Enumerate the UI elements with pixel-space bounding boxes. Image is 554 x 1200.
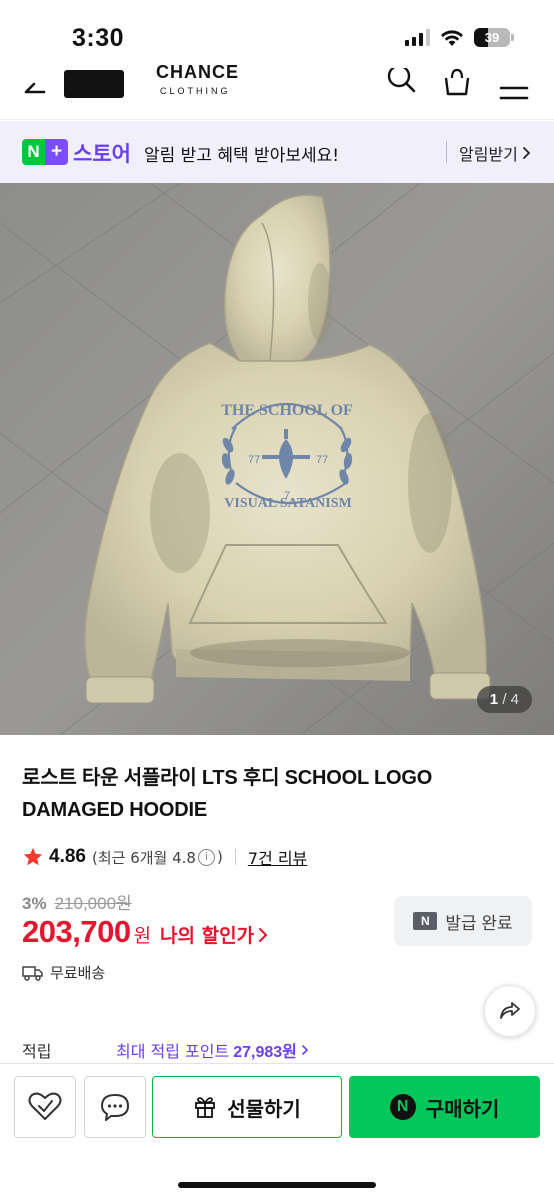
recent-rating: (최근 6개월 4.8: [91, 848, 196, 867]
search-icon[interactable]: [386, 68, 416, 98]
banner-divider: [446, 141, 447, 163]
shipping-info: 무료배송: [22, 962, 105, 983]
price-unit: 원: [133, 925, 152, 947]
share-icon: [500, 1002, 520, 1019]
points-label: 적립: [22, 1042, 52, 1061]
back-arrow-icon[interactable]: [18, 70, 48, 100]
cellular-signal-icon: [405, 29, 430, 46]
naver-plus-store-logo: N +: [22, 139, 68, 165]
subscribe-label: 알림받기: [459, 145, 518, 164]
product-title: 로스트 타운 서플라이 LTS 후디 SCHOOL LOGO DAMAGED H…: [22, 767, 433, 821]
buy-label: 구매하기: [425, 1098, 500, 1121]
banner-message: 알림 받고 혜택 받아보세요!: [144, 146, 340, 166]
buy-button[interactable]: N 구매하기: [349, 1076, 540, 1138]
price-row: 203,700 원 나의 할인가: [22, 914, 268, 950]
sale-price: 203,700: [22, 914, 131, 949]
store-notification-banner[interactable]: N + 스토어 알림 받고 혜택 받아보세요! 알림받기: [0, 121, 554, 183]
talk-talk-button[interactable]: [84, 1076, 146, 1138]
image-total-count: 4: [510, 691, 519, 708]
naver-n-mark: N: [22, 139, 45, 165]
print-top-text: THE SCHOOL OF: [221, 402, 353, 419]
info-icon[interactable]: i: [197, 848, 215, 866]
chevron-right-icon: [259, 927, 268, 942]
max-points-prefix: 최대 적립 포인트: [116, 1042, 230, 1061]
review-count-link[interactable]: 7건 리뷰: [248, 845, 307, 869]
menu-icon[interactable]: [498, 68, 530, 100]
status-bar: 3:30 39: [0, 0, 554, 62]
store-logo-mark[interactable]: [64, 70, 124, 98]
top-nav: CHANCE CLOTHING: [0, 62, 554, 120]
shipping-label: 무료배송: [50, 964, 106, 982]
shopping-bag-icon[interactable]: [442, 68, 472, 98]
original-price: 210,000원: [54, 894, 132, 913]
image-current-index: 1: [489, 691, 499, 708]
print-center-number: 7: [284, 490, 290, 502]
brand-logo-text[interactable]: CHANCE: [156, 62, 239, 83]
gift-button[interactable]: 선물하기: [152, 1076, 342, 1138]
battery-icon: 39: [474, 28, 514, 47]
bottom-action-bar: 선물하기 N 구매하기: [0, 1063, 554, 1200]
max-points-link[interactable]: 최대 적립 포인트 27,983원: [116, 1038, 309, 1062]
product-image-gallery[interactable]: THE SCHOOL OF VISUAL SATANISM 77 77 7 1 …: [0, 183, 554, 735]
star-icon: [23, 847, 43, 866]
discount-row: 3% 210,000원: [22, 889, 132, 914]
rating-divider: [234, 849, 236, 865]
plus-mark: +: [45, 139, 68, 165]
subscribe-notification-button[interactable]: 알림받기: [459, 141, 531, 165]
max-points-amount: 27,983원: [233, 1044, 297, 1061]
home-indicator[interactable]: [178, 1182, 376, 1188]
image-page-counter: 1 / 4: [476, 686, 532, 713]
status-icons: 39: [405, 28, 514, 47]
gift-icon: [195, 1097, 216, 1118]
chevron-right-icon: [522, 147, 531, 159]
hoodie-photo: THE SCHOOL OF VISUAL SATANISM 77 77 7: [0, 183, 554, 735]
recent-rating-close: ): [216, 848, 223, 866]
naver-pay-icon: N: [389, 1094, 416, 1120]
wishlist-button[interactable]: [14, 1076, 76, 1138]
brand-logo-subtext: CLOTHING: [160, 86, 231, 96]
coupon-status-label: 발급 완료: [445, 913, 513, 933]
chevron-right-icon: [302, 1045, 309, 1055]
my-discount-label: 나의 할인가: [160, 925, 255, 947]
wifi-icon: [441, 29, 463, 46]
battery-level: 39: [484, 30, 500, 45]
print-left-number: 77: [248, 454, 260, 466]
print-right-number: 77: [316, 454, 328, 466]
image-counter-separator: /: [502, 691, 507, 708]
gift-label: 선물하기: [227, 1096, 301, 1121]
heart-check-icon: [28, 1092, 62, 1120]
share-button[interactable]: [484, 985, 536, 1037]
chat-bubble-icon: [101, 1094, 129, 1121]
rating-score: 4.86: [49, 846, 86, 867]
discount-rate: 3%: [22, 894, 47, 913]
coupon-issued-button[interactable]: N 발급 완료: [394, 896, 532, 946]
delivery-truck-icon: [22, 965, 43, 981]
store-name: 스토어: [73, 142, 131, 166]
rating-row: 4.86 (최근 6개월 4.8 i ) 7건 리뷰: [22, 845, 307, 869]
status-time: 3:30: [72, 24, 125, 52]
my-discount-price-link[interactable]: 나의 할인가: [160, 921, 268, 948]
naver-coupon-icon: N: [413, 912, 438, 930]
